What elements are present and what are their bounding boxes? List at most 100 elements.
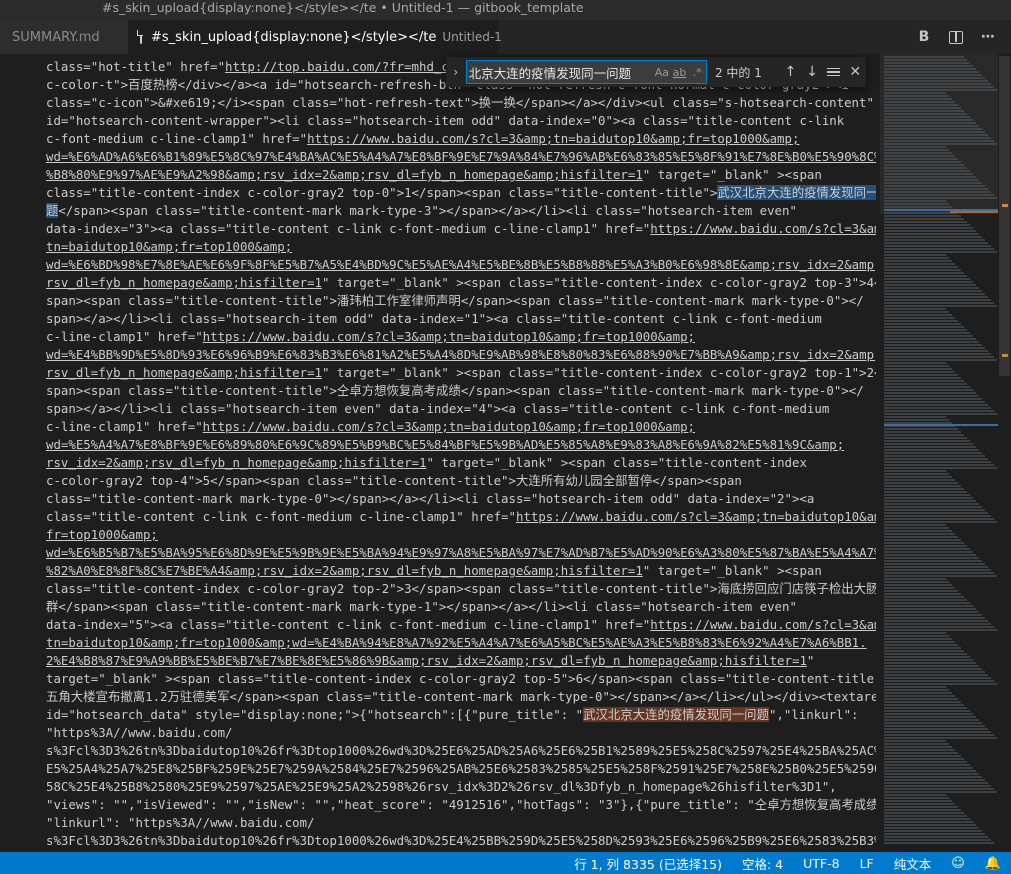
code-line[interactable]: span><span class="title-content-title">潘… [46, 292, 876, 310]
code-line[interactable]: c-font-medium c-line-clamp1" href="https… [46, 130, 876, 148]
code-line[interactable]: fr=top1000&amp; [46, 526, 876, 544]
code-link[interactable]: fr=top1000&amp; [46, 527, 158, 542]
code-line[interactable]: wd=%E6%BD%98%E7%8E%AE%E6%9F%8F%E5%B7%A5%… [46, 256, 876, 274]
code-link[interactable]: https://www.baidu.com/s?cl=3&amp;tn=baid… [203, 329, 695, 344]
code-link[interactable]: https://www.baidu.com/s?cl=3&amp; [650, 221, 876, 236]
code-line[interactable]: E5%25A4%25A7%25E8%25BF%259E%25E7%259A%25… [46, 760, 876, 778]
code-link[interactable]: %82%A0%E8%8F%8C%E7%BE%A4&amp;rsv_idx=2&a… [46, 563, 643, 578]
whole-word-toggle[interactable]: ab [671, 66, 689, 79]
code-link[interactable]: https://www.baidu.com/s?cl=3&amp; [650, 617, 876, 632]
tab-summary[interactable]: SUMMARY.md [0, 20, 128, 54]
code-line[interactable]: class="title-content-index c-color-gray2… [46, 580, 876, 598]
split-editor-icon[interactable] [947, 28, 965, 46]
end-of-line[interactable]: LF [860, 856, 874, 871]
code-line[interactable]: span></a></li><li class="hotsearch-item … [46, 310, 876, 328]
code-link[interactable]: tn=baidutop10&amp;fr=top1000&amp;wd=%E4%… [46, 635, 867, 650]
code-line[interactable]: class="title-content-index c-color-gray2… [46, 184, 876, 202]
scrollbar-thumb[interactable] [999, 56, 1010, 376]
feedback-icon[interactable]: ☺ [951, 856, 965, 871]
code-link[interactable]: https://www.baidu.com/s?cl=3&amp;tn=baid… [307, 131, 799, 146]
code-line[interactable]: 58C%25E4%25B8%2580%25E9%2597%25AE%25E9%2… [46, 778, 876, 796]
expand-replace-icon[interactable]: › [446, 65, 466, 79]
encoding[interactable]: UTF-8 [803, 856, 839, 871]
close-icon[interactable]: ✕ [844, 64, 866, 80]
code-line[interactable]: c-line-clamp1" href="https://www.baidu.c… [46, 328, 876, 346]
code-line[interactable]: wd=%E4%BB%9D%E5%8D%93%E6%96%B9%E6%83%B3%… [46, 346, 876, 364]
minimap-line [884, 380, 964, 382]
code-line[interactable]: rsv_dl=fyb_n_homepage&amp;hisfilter=1" t… [46, 364, 876, 382]
code-link[interactable]: wd=%E6%AD%A6%E6%B1%89%E5%8C%97%E4%BA%AC%… [46, 149, 876, 164]
find-in-selection-icon[interactable] [823, 67, 845, 77]
code-line[interactable]: 题</span><span class="title-content-mark … [46, 202, 876, 220]
code-line[interactable]: s%3Fcl%3D3%26tn%3Dbaidutop10%26fr%3Dtop1… [46, 832, 876, 850]
code-line[interactable]: wd=%E6%AD%A6%E6%B1%89%E5%8C%97%E4%BA%AC%… [46, 148, 876, 166]
code-line[interactable]: class="title-content c-link c-font-mediu… [46, 508, 876, 526]
code-link[interactable]: rsv_idx=2&amp;rsv_dl=fyb_n_homepage&amp;… [46, 455, 426, 470]
cursor-position[interactable]: 行 1, 列 8335 (已选择15) [574, 854, 722, 873]
tab-bar: SUMMARY.md #s_skin_upload{display:none}<… [0, 20, 1011, 54]
code-line[interactable]: data-index="5"><a class="title-content c… [46, 616, 876, 634]
bold-icon[interactable]: B [915, 28, 933, 46]
code-line[interactable]: rsv_idx=2&amp;rsv_dl=fyb_n_homepage&amp;… [46, 454, 876, 472]
code-link[interactable]: wd=%E6%B5%B7%E5%BA%95%E6%8D%9E%E5%9B%9E%… [46, 545, 876, 560]
language-mode[interactable]: 纯文本 [894, 854, 932, 873]
regex-toggle[interactable]: .* [688, 66, 706, 79]
code-link[interactable]: http://top.baidu.com/?fr=mhd_ca [225, 59, 456, 74]
minimap[interactable] [880, 54, 998, 852]
code-line[interactable]: %82%A0%E8%8F%8C%E7%BE%A4&amp;rsv_idx=2&a… [46, 562, 876, 580]
code-line[interactable]: "views": "","isViewed": "","isNew": "","… [46, 796, 876, 814]
minimap-line [884, 824, 976, 826]
code-line[interactable]: id="hotsearch-content-wrapper"><li class… [46, 112, 876, 130]
minimap-line [884, 779, 985, 781]
code-link[interactable]: rsv_dl=fyb_n_homepage&amp;hisfilter=1 [46, 275, 322, 290]
code-line[interactable]: 群</span><span class="title-content-mark … [46, 598, 876, 616]
match-case-toggle[interactable]: Aa [653, 66, 671, 79]
code-line[interactable]: 五角大楼宣布撤离1.2万驻德美军</span><span class="titl… [46, 688, 876, 706]
minimap-line [884, 473, 949, 475]
find-input[interactable] [466, 61, 653, 83]
code-line[interactable]: wd=%E5%A4%A7%E8%BF%9E%E6%89%80%E6%9C%89%… [46, 436, 876, 454]
code-line[interactable]: wd=%E6%B5%B7%E5%BA%95%E6%8D%9E%E5%9B%9E%… [46, 544, 876, 562]
minimap-line [884, 335, 973, 337]
code-link[interactable]: rsv_dl=fyb_n_homepage&amp;hisfilter=1 [46, 365, 322, 380]
editor[interactable]: class="hot-title" href="http://top.baidu… [0, 54, 1011, 852]
code-link[interactable]: https://www.baidu.com/s?cl=3&amp;tn=baid… [516, 509, 876, 524]
code-line[interactable]: "linkurl": "https%3A//www.baidu.com/ [46, 814, 876, 832]
code-line[interactable]: c-color-gray2 top-4">5</span><span class… [46, 472, 876, 490]
arrow-down-icon[interactable]: ↓ [801, 64, 823, 80]
minimap-line [884, 122, 976, 124]
tab-untitled-1[interactable]: #s_skin_upload{display:none}</style></te… [128, 20, 502, 54]
more-icon[interactable]: ⋯ [979, 28, 997, 46]
code-link[interactable]: wd=%E6%BD%98%E7%8E%AE%E6%9F%8F%E5%B7%A5%… [46, 257, 876, 272]
code-line[interactable]: s%3Fcl%3D3%26tn%3Dbaidutop10%26fr%3Dtop1… [46, 742, 876, 760]
minimap-line [884, 416, 946, 418]
code-link[interactable]: tn=baidutop10&amp;fr=top1000&amp; [46, 239, 292, 254]
indentation[interactable]: 空格: 4 [742, 854, 783, 873]
code-link[interactable]: wd=%E4%BB%9D%E5%8D%93%E6%96%B9%E6%83%B3%… [46, 347, 876, 362]
code-line[interactable]: class="c-icon">&#xe619;</i><span class="… [46, 94, 876, 112]
code-line[interactable]: %B8%80%E9%97%AE%E9%A2%98&amp;rsv_idx=2&a… [46, 166, 876, 184]
code-line[interactable]: c-line-clamp1" href="https://www.baidu.c… [46, 418, 876, 436]
arrow-up-icon[interactable]: ↑ [780, 64, 802, 80]
vertical-scrollbar[interactable] [998, 54, 1011, 852]
code-line[interactable]: 2%E4%B8%87%E9%A9%BB%E5%BE%B7%E7%BE%8E%E5… [46, 652, 876, 670]
code-link[interactable]: 2%E4%B8%87%E9%A9%BB%E5%BE%B7%E7%BE%8E%E5… [46, 653, 807, 668]
minimap-line [884, 575, 997, 577]
minimap-line [884, 746, 952, 748]
code-line[interactable]: id="hotsearch_data" style="display:none;… [46, 706, 876, 724]
code-line[interactable]: span></a></li><li class="hotsearch-item … [46, 400, 876, 418]
code-link[interactable]: wd=%E5%A4%A7%E8%BF%9E%E6%89%80%E6%9C%89%… [46, 437, 844, 452]
code-line[interactable]: data-index="3"><a class="title-content c… [46, 220, 876, 238]
code-link[interactable]: https://www.baidu.com/s?cl=3&amp;tn=baid… [203, 419, 695, 434]
bell-icon[interactable]: 🔔 [985, 856, 1001, 871]
code-line[interactable]: tn=baidutop10&amp;fr=top1000&amp;wd=%E4%… [46, 634, 876, 652]
code-line[interactable]: target="_blank" ><span class="title-cont… [46, 670, 876, 688]
code-line[interactable]: rsv_dl=fyb_n_homepage&amp;hisfilter=1" t… [46, 274, 876, 292]
code-line[interactable]: span><span class="title-content-title">仝… [46, 382, 876, 400]
code-area[interactable]: class="hot-title" href="http://top.baidu… [46, 58, 876, 850]
code-line[interactable]: "https%3A//www.baidu.com/ [46, 724, 876, 742]
code-line[interactable]: class="title-content-mark mark-type-0"><… [46, 490, 876, 508]
code-link[interactable]: %B8%80%E9%97%AE%E9%A2%98&amp;rsv_idx=2&a… [46, 167, 643, 182]
find-input-box[interactable]: Aa ab .* [465, 60, 707, 84]
code-line[interactable]: tn=baidutop10&amp;fr=top1000&amp; [46, 238, 876, 256]
